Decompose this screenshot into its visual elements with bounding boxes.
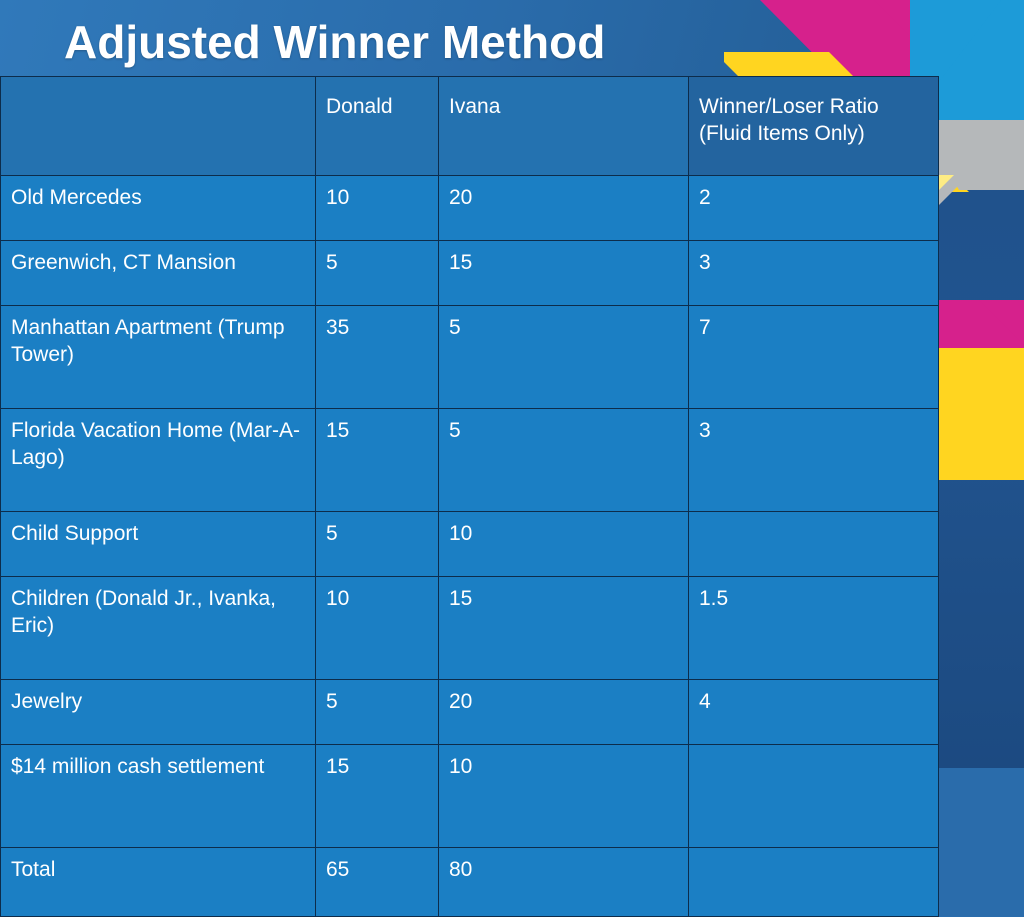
table-row: Children (Donald Jr., Ivanka, Eric) 10 15 1…: [0, 576, 939, 680]
table-header: Donald Ivana Winner/Loser Ratio (Fluid I…: [0, 76, 939, 176]
table-row: Greenwich, CT Mansion 5 15 3: [0, 240, 939, 306]
row-value-ratio: [688, 511, 939, 577]
header-ratio-line-1: Winner/Loser Ratio: [699, 95, 879, 118]
table-row: Total 65 80: [0, 847, 939, 917]
row-item-label: Child Support: [0, 511, 316, 577]
row-value-ivana: 20: [438, 175, 689, 241]
row-value-ratio: 2: [688, 175, 939, 241]
header-ivana: Ivana: [438, 76, 689, 176]
row-item-label: Total: [0, 847, 316, 917]
header-item-column: [0, 76, 316, 176]
row-item-label: Old Mercedes: [0, 175, 316, 241]
row-value-ratio: 3: [688, 408, 939, 512]
row-value-donald: 10: [315, 576, 439, 680]
row-item-label: Manhattan Apartment (Trump Tower): [0, 305, 316, 409]
table-body: Old Mercedes 10 20 2 Greenwich, CT Mansion 5 1…: [0, 175, 939, 917]
page-title: Adjusted Winner Method: [64, 16, 606, 68]
adjusted-winner-table: Donald Ivana Winner/Loser Ratio (Fluid I…: [0, 76, 939, 917]
row-item-label: $14 million cash settlement: [0, 744, 316, 848]
table-row: Florida Vacation Home (Mar-A-Lago) 15 5 3: [0, 408, 939, 512]
row-value-ratio: 3: [688, 240, 939, 306]
row-value-donald: 65: [315, 847, 439, 917]
row-value-donald: 35: [315, 305, 439, 409]
row-value-ivana: 10: [438, 511, 689, 577]
row-value-ivana: 10: [438, 744, 689, 848]
row-value-donald: 5: [315, 511, 439, 577]
row-value-ivana: 20: [438, 679, 689, 745]
row-value-donald: 15: [315, 744, 439, 848]
row-value-ratio: 7: [688, 305, 939, 409]
header-donald: Donald: [315, 76, 439, 176]
row-value-ivana: 5: [438, 408, 689, 512]
table-row: Manhattan Apartment (Trump Tower) 35 5 7: [0, 305, 939, 409]
row-item-label: Jewelry: [0, 679, 316, 745]
row-value-ivana: 5: [438, 305, 689, 409]
row-value-ivana: 15: [438, 240, 689, 306]
header-winner-loser-ratio: Winner/Loser Ratio (Fluid Items Only): [688, 76, 939, 176]
row-item-label: Greenwich, CT Mansion: [0, 240, 316, 306]
row-value-ivana: 15: [438, 576, 689, 680]
table-row: Child Support 5 10: [0, 511, 939, 577]
table-row: Jewelry 5 20 4: [0, 679, 939, 745]
row-value-ivana: 80: [438, 847, 689, 917]
row-value-ratio: 4: [688, 679, 939, 745]
table-row: Old Mercedes 10 20 2: [0, 175, 939, 241]
row-item-label: Children (Donald Jr., Ivanka, Eric): [0, 576, 316, 680]
row-item-label: Florida Vacation Home (Mar-A-Lago): [0, 408, 316, 512]
row-value-donald: 5: [315, 240, 439, 306]
table-row: $14 million cash settlement 15 10: [0, 744, 939, 848]
row-value-donald: 5: [315, 679, 439, 745]
table-header-row: Donald Ivana Winner/Loser Ratio (Fluid I…: [0, 76, 939, 176]
row-value-ratio: [688, 744, 939, 848]
header-ratio-line-2: (Fluid Items Only): [699, 122, 865, 145]
row-value-donald: 15: [315, 408, 439, 512]
row-value-donald: 10: [315, 175, 439, 241]
row-value-ratio: [688, 847, 939, 917]
row-value-ratio: 1.5: [688, 576, 939, 680]
